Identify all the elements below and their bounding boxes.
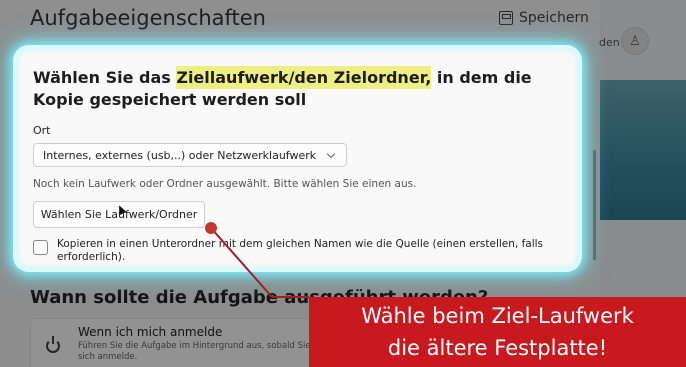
callout-line1: Wähle beim Ziel-Laufwerk	[361, 304, 634, 328]
callout-line2: die ältere Festplatte!	[387, 336, 608, 360]
annotation-dot	[205, 222, 217, 234]
callout-box: Wähle beim Ziel-Laufwerk die ältere Fest…	[309, 297, 686, 367]
